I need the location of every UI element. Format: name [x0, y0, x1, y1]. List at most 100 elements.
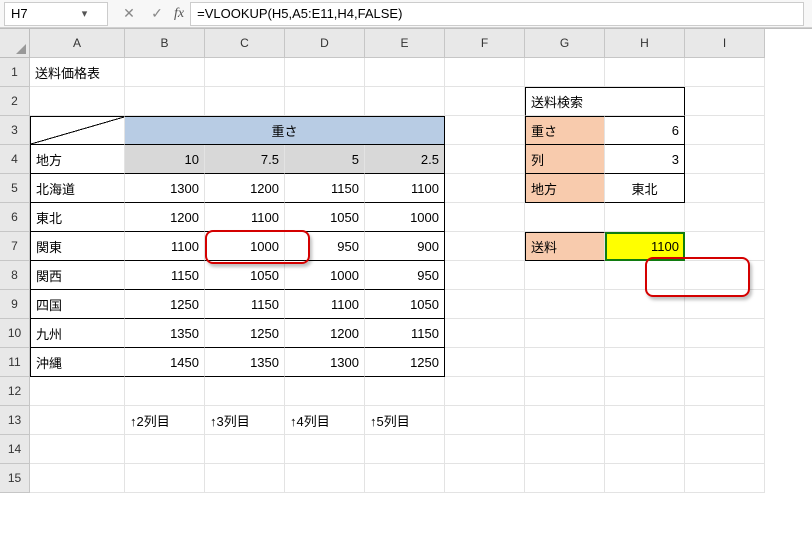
cell-g2[interactable]: 送料検索	[525, 87, 685, 116]
cell-i2[interactable]	[685, 87, 765, 116]
table-row-b-2[interactable]: 1100	[125, 232, 205, 261]
col-header-a[interactable]: A	[30, 29, 125, 58]
table-row-d-1[interactable]: 1050	[285, 203, 365, 232]
col-note-d[interactable]: ↑4列目	[285, 406, 365, 435]
cell-f4[interactable]	[445, 145, 525, 174]
cell-g12[interactable]	[525, 377, 605, 406]
cell-a15[interactable]	[30, 464, 125, 493]
weight-b[interactable]: 10	[125, 145, 205, 174]
cell-e12[interactable]	[365, 377, 445, 406]
formula-input[interactable]: =VLOOKUP(H5,A5:E11,H4,FALSE)	[190, 2, 804, 26]
cell-e1[interactable]	[365, 58, 445, 87]
table-row-e-0[interactable]: 1100	[365, 174, 445, 203]
cell-f9[interactable]	[445, 290, 525, 319]
cell-h10[interactable]	[605, 319, 685, 348]
row-header-14[interactable]: 14	[0, 435, 30, 464]
table-row-name-5[interactable]: 九州	[30, 319, 125, 348]
table-row-name-1[interactable]: 東北	[30, 203, 125, 232]
cell-d2[interactable]	[285, 87, 365, 116]
cell-i1[interactable]	[685, 58, 765, 87]
cell-f12[interactable]	[445, 377, 525, 406]
cell-f5[interactable]	[445, 174, 525, 203]
row-header-1[interactable]: 1	[0, 58, 30, 87]
fx-icon[interactable]: fx	[174, 6, 184, 22]
cell-c12[interactable]	[205, 377, 285, 406]
cell-g6[interactable]	[525, 203, 605, 232]
table-row-c-5[interactable]: 1250	[205, 319, 285, 348]
row-header-7[interactable]: 7	[0, 232, 30, 261]
cell-a3-diagonal[interactable]	[30, 116, 125, 145]
cell-e14[interactable]	[365, 435, 445, 464]
col-header-i[interactable]: I	[685, 29, 765, 58]
lookup-col-label[interactable]: 列	[525, 145, 605, 174]
table-row-d-2[interactable]: 950	[285, 232, 365, 261]
table-row-b-1[interactable]: 1200	[125, 203, 205, 232]
table-row-d-4[interactable]: 1100	[285, 290, 365, 319]
col-note-b[interactable]: ↑2列目	[125, 406, 205, 435]
cell-i6[interactable]	[685, 203, 765, 232]
cell-g9[interactable]	[525, 290, 605, 319]
cell-e15[interactable]	[365, 464, 445, 493]
cell-c15[interactable]	[205, 464, 285, 493]
cell-f10[interactable]	[445, 319, 525, 348]
cell-h8[interactable]	[605, 261, 685, 290]
table-row-c-0[interactable]: 1200	[205, 174, 285, 203]
cell-i7[interactable]	[685, 232, 765, 261]
table-row-d-3[interactable]: 1000	[285, 261, 365, 290]
weight-d[interactable]: 5	[285, 145, 365, 174]
cell-f2[interactable]	[445, 87, 525, 116]
table-row-c-6[interactable]: 1350	[205, 348, 285, 377]
cell-b12[interactable]	[125, 377, 205, 406]
cell-f3[interactable]	[445, 116, 525, 145]
table-row-d-5[interactable]: 1200	[285, 319, 365, 348]
cell-c2[interactable]	[205, 87, 285, 116]
col-header-g[interactable]: G	[525, 29, 605, 58]
row-header-4[interactable]: 4	[0, 145, 30, 174]
cell-e2[interactable]	[365, 87, 445, 116]
row-header-12[interactable]: 12	[0, 377, 30, 406]
cancel-icon[interactable]: ✕	[118, 3, 140, 25]
table-row-e-5[interactable]: 1150	[365, 319, 445, 348]
table-row-e-6[interactable]: 1250	[365, 348, 445, 377]
lookup-result-label[interactable]: 送料	[525, 232, 605, 261]
cell-h11[interactable]	[605, 348, 685, 377]
table-row-name-2[interactable]: 関東	[30, 232, 125, 261]
row-header-6[interactable]: 6	[0, 203, 30, 232]
cell-i10[interactable]	[685, 319, 765, 348]
lookup-weight-label[interactable]: 重さ	[525, 116, 605, 145]
cell-i11[interactable]	[685, 348, 765, 377]
table-row-c-3[interactable]: 1050	[205, 261, 285, 290]
cell-f11[interactable]	[445, 348, 525, 377]
cell-f6[interactable]	[445, 203, 525, 232]
cell-a13[interactable]	[30, 406, 125, 435]
cell-g8[interactable]	[525, 261, 605, 290]
table-row-e-3[interactable]: 950	[365, 261, 445, 290]
cell-d15[interactable]	[285, 464, 365, 493]
weight-header-merged[interactable]: 重さ	[125, 116, 445, 145]
col-header-e[interactable]: E	[365, 29, 445, 58]
cell-c14[interactable]	[205, 435, 285, 464]
cell-h9[interactable]	[605, 290, 685, 319]
region-header[interactable]: 地方	[30, 145, 125, 174]
col-header-b[interactable]: B	[125, 29, 205, 58]
lookup-col-value[interactable]: 3	[605, 145, 685, 174]
cell-i9[interactable]	[685, 290, 765, 319]
table-row-c-4[interactable]: 1150	[205, 290, 285, 319]
row-header-11[interactable]: 11	[0, 348, 30, 377]
cell-a12[interactable]	[30, 377, 125, 406]
cell-h12[interactable]	[605, 377, 685, 406]
col-header-d[interactable]: D	[285, 29, 365, 58]
cell-i8[interactable]	[685, 261, 765, 290]
row-header-10[interactable]: 10	[0, 319, 30, 348]
cell-h15[interactable]	[605, 464, 685, 493]
table-row-name-0[interactable]: 北海道	[30, 174, 125, 203]
cell-i5[interactable]	[685, 174, 765, 203]
cell-b1[interactable]	[125, 58, 205, 87]
cell-f14[interactable]	[445, 435, 525, 464]
chevron-down-icon[interactable]: ▾	[56, 7, 107, 20]
cell-d14[interactable]	[285, 435, 365, 464]
cell-f15[interactable]	[445, 464, 525, 493]
cell-h6[interactable]	[605, 203, 685, 232]
table-row-d-6[interactable]: 1300	[285, 348, 365, 377]
cell-a2[interactable]	[30, 87, 125, 116]
